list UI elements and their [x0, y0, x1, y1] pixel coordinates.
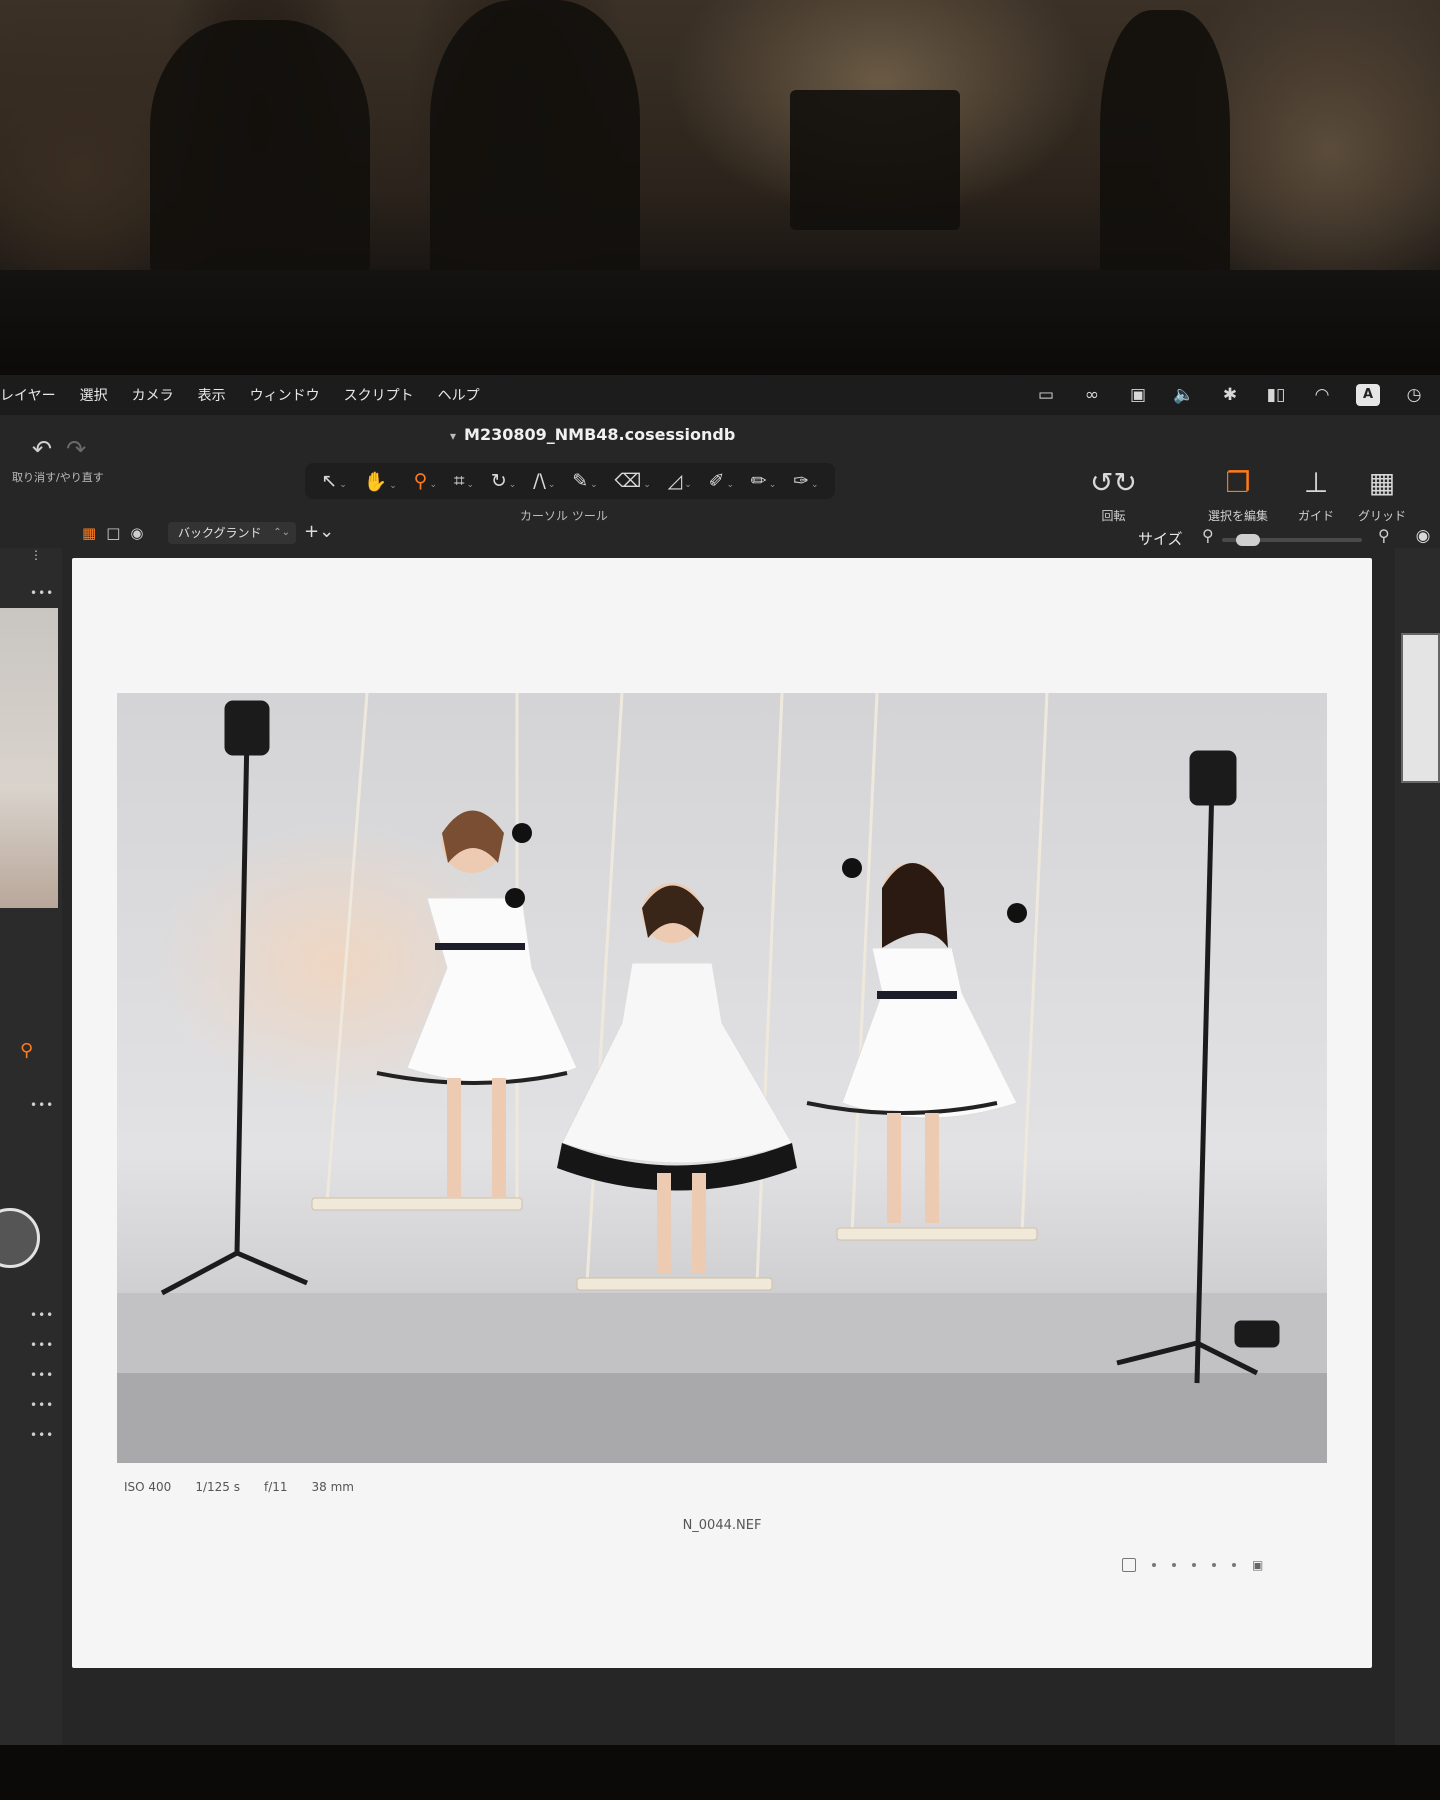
- background-room-photo: [0, 0, 1440, 310]
- menu-bar: レイヤー 選択 カメラ 表示 ウィンドウ スクリプト ヘルプ ▭ ∞ ▣ 🔈 ✱…: [0, 375, 1440, 415]
- rating-dot[interactable]: [1172, 1563, 1176, 1567]
- main-photo[interactable]: [117, 693, 1327, 1463]
- rating-dot[interactable]: [1212, 1563, 1216, 1567]
- panel-more-icon[interactable]: •••: [30, 1098, 54, 1112]
- undo-redo-group: ↶ ↷ 取り消す/やり直す: [12, 435, 104, 485]
- panel-more-icon[interactable]: •••: [30, 1308, 54, 1322]
- wifi-icon[interactable]: ◠: [1310, 385, 1334, 405]
- eye-icon[interactable]: ◉: [1411, 526, 1435, 546]
- select-arrow-icon[interactable]: ↖ ⌄: [321, 470, 346, 492]
- redo-icon[interactable]: ↷: [66, 435, 86, 463]
- panel-more-icon[interactable]: •••: [30, 586, 54, 600]
- panel-more-icon[interactable]: ⋮: [30, 548, 43, 562]
- brush-icon[interactable]: ✎ ⌄: [572, 470, 597, 492]
- print-layout-sheet: ISO 400 1/125 s f/11 38 mm N_0044.NEF ▣: [72, 558, 1372, 1668]
- view-mode-group: ▦ □ ◉: [82, 524, 143, 542]
- select-checkbox[interactable]: [1122, 1558, 1136, 1572]
- exif-shutter: 1/125 s: [195, 1480, 240, 1494]
- filmstrip-thumbnail[interactable]: [1401, 633, 1440, 783]
- search-icon[interactable]: ⚲: [20, 1040, 33, 1061]
- size-label: サイズ: [1138, 530, 1183, 548]
- document-title: ▾ M230809_NMB48.cosessiondb: [450, 425, 735, 444]
- bluetooth-icon[interactable]: ✱: [1218, 385, 1242, 405]
- zoom-out-icon[interactable]: ⚲: [1202, 526, 1214, 545]
- screen-mirror-icon[interactable]: ▣: [1126, 385, 1150, 405]
- panel-more-icon[interactable]: •••: [30, 1338, 54, 1352]
- rotate-tool-icon[interactable]: ↻ ⌄: [491, 470, 516, 492]
- viewer-subbar: ▦ □ ◉ バックグランド +⌄: [0, 520, 1440, 548]
- keystone-icon[interactable]: /\ ⌄: [533, 470, 555, 492]
- document-proxy-icon: ▾: [450, 429, 457, 443]
- picker-icon[interactable]: ✐ ⌄: [709, 470, 734, 492]
- image-filename: N_0044.NEF: [682, 1518, 762, 1533]
- pan-hand-icon[interactable]: ✋ ⌄: [364, 470, 397, 493]
- monitor-bezel-top: [0, 270, 1440, 380]
- add-icon[interactable]: +⌄: [304, 521, 334, 542]
- menu-layer[interactable]: レイヤー: [0, 385, 56, 405]
- color-wheel-knob[interactable]: [0, 1208, 40, 1268]
- crop-icon[interactable]: ⌗ ⌄: [454, 470, 474, 492]
- undo-icon[interactable]: ↶: [32, 435, 52, 463]
- preview-eye-icon[interactable]: ◉: [130, 524, 143, 542]
- stack-icon: ❐: [1225, 466, 1251, 499]
- guide-button[interactable]: ⊥ ガイド: [1298, 467, 1334, 524]
- menu-help[interactable]: ヘルプ: [438, 385, 480, 405]
- panel-more-icon[interactable]: •••: [30, 1428, 54, 1442]
- rotate-button[interactable]: ↺↻ 回転: [1090, 467, 1137, 524]
- time-machine-icon[interactable]: ◷: [1402, 385, 1426, 405]
- exif-iso: ISO 400: [124, 1480, 172, 1494]
- cursor-tools: ↖ ⌄ ✋ ⌄ ⚲ ⌄ ⌗ ⌄ ↻ ⌄ /\ ⌄ ✎ ⌄ ⌫ ⌄ ◿ ⌄ ✐ ⌄ ✏ ⌄ ✑ ⌄: [305, 463, 835, 499]
- browser-thumbnail[interactable]: [0, 608, 58, 908]
- gradient-mask-icon[interactable]: ◿ ⌄: [668, 470, 692, 492]
- menu-select[interactable]: 選択: [80, 385, 108, 405]
- right-browser-panel: ◉: [1395, 526, 1440, 1800]
- grid-button[interactable]: ▦ グリッド: [1358, 467, 1406, 524]
- app-toolbar: ▾ M230809_NMB48.cosessiondb ↶ ↷ 取り消す/やり直す…: [0, 415, 1440, 523]
- monitor-bezel-bottom: [0, 1745, 1440, 1800]
- document-title-text: M230809_NMB48.cosessiondb: [464, 425, 736, 444]
- color-tag-icon[interactable]: ▣: [1252, 1558, 1263, 1572]
- input-source-icon[interactable]: A: [1356, 384, 1380, 406]
- zoom-magnifier-icon[interactable]: ⚲ ⌄: [414, 470, 437, 492]
- rating-dot[interactable]: [1192, 1563, 1196, 1567]
- rating-dot[interactable]: [1152, 1563, 1156, 1567]
- rotate-left-right-icon: ↺↻: [1090, 466, 1137, 499]
- menu-script[interactable]: スクリプト: [344, 385, 414, 405]
- eraser-icon[interactable]: ⌫ ⌄: [614, 470, 650, 492]
- volume-icon[interactable]: 🔈: [1172, 385, 1196, 405]
- display-icon[interactable]: ▭: [1034, 385, 1058, 405]
- size-slider[interactable]: [1222, 534, 1362, 546]
- image-viewer: サイズ ⚲ ⚲ ISO 400 1/125 s f/11 38 mm N_004…: [62, 526, 1395, 1800]
- creative-cloud-icon[interactable]: ∞: [1080, 385, 1104, 405]
- zoom-in-icon[interactable]: ⚲: [1378, 526, 1390, 545]
- panel-more-icon[interactable]: •••: [30, 1398, 54, 1412]
- menu-camera[interactable]: カメラ: [132, 385, 174, 405]
- left-tool-panel: ⋮ ••• ⚲ ••• ••• ••• ••• ••• •••: [0, 548, 62, 1800]
- heal-icon[interactable]: ✑ ⌄: [793, 470, 818, 492]
- rating-strip: ▣: [1122, 1558, 1263, 1572]
- undo-redo-label: 取り消す/やり直す: [12, 471, 104, 484]
- multi-view-icon[interactable]: ▦: [82, 524, 96, 542]
- exif-focal-length: 38 mm: [311, 1480, 354, 1494]
- background-select[interactable]: バックグランド: [168, 522, 296, 544]
- single-view-icon[interactable]: □: [106, 524, 120, 542]
- rating-dot[interactable]: [1232, 1563, 1236, 1567]
- exif-aperture: f/11: [263, 1480, 288, 1494]
- menu-window[interactable]: ウィンドウ: [250, 385, 320, 405]
- panel-more-icon[interactable]: •••: [30, 1368, 54, 1382]
- battery-icon[interactable]: ▮▯: [1264, 385, 1288, 405]
- monitor-screen: レイヤー 選択 カメラ 表示 ウィンドウ スクリプト ヘルプ ▭ ∞ ▣ 🔈 ✱…: [0, 375, 1440, 1800]
- guide-icon: ⊥: [1303, 466, 1329, 499]
- edit-selection-button[interactable]: ❐ 選択を編集: [1208, 467, 1268, 524]
- status-area: ▭ ∞ ▣ 🔈 ✱ ▮▯ ◠ A ◷: [1034, 375, 1440, 415]
- exif-info: ISO 400 1/125 s f/11 38 mm: [124, 1480, 354, 1494]
- grid-icon: ▦: [1368, 466, 1396, 499]
- menu-view[interactable]: 表示: [198, 385, 226, 405]
- annotate-icon[interactable]: ✏ ⌄: [751, 470, 776, 492]
